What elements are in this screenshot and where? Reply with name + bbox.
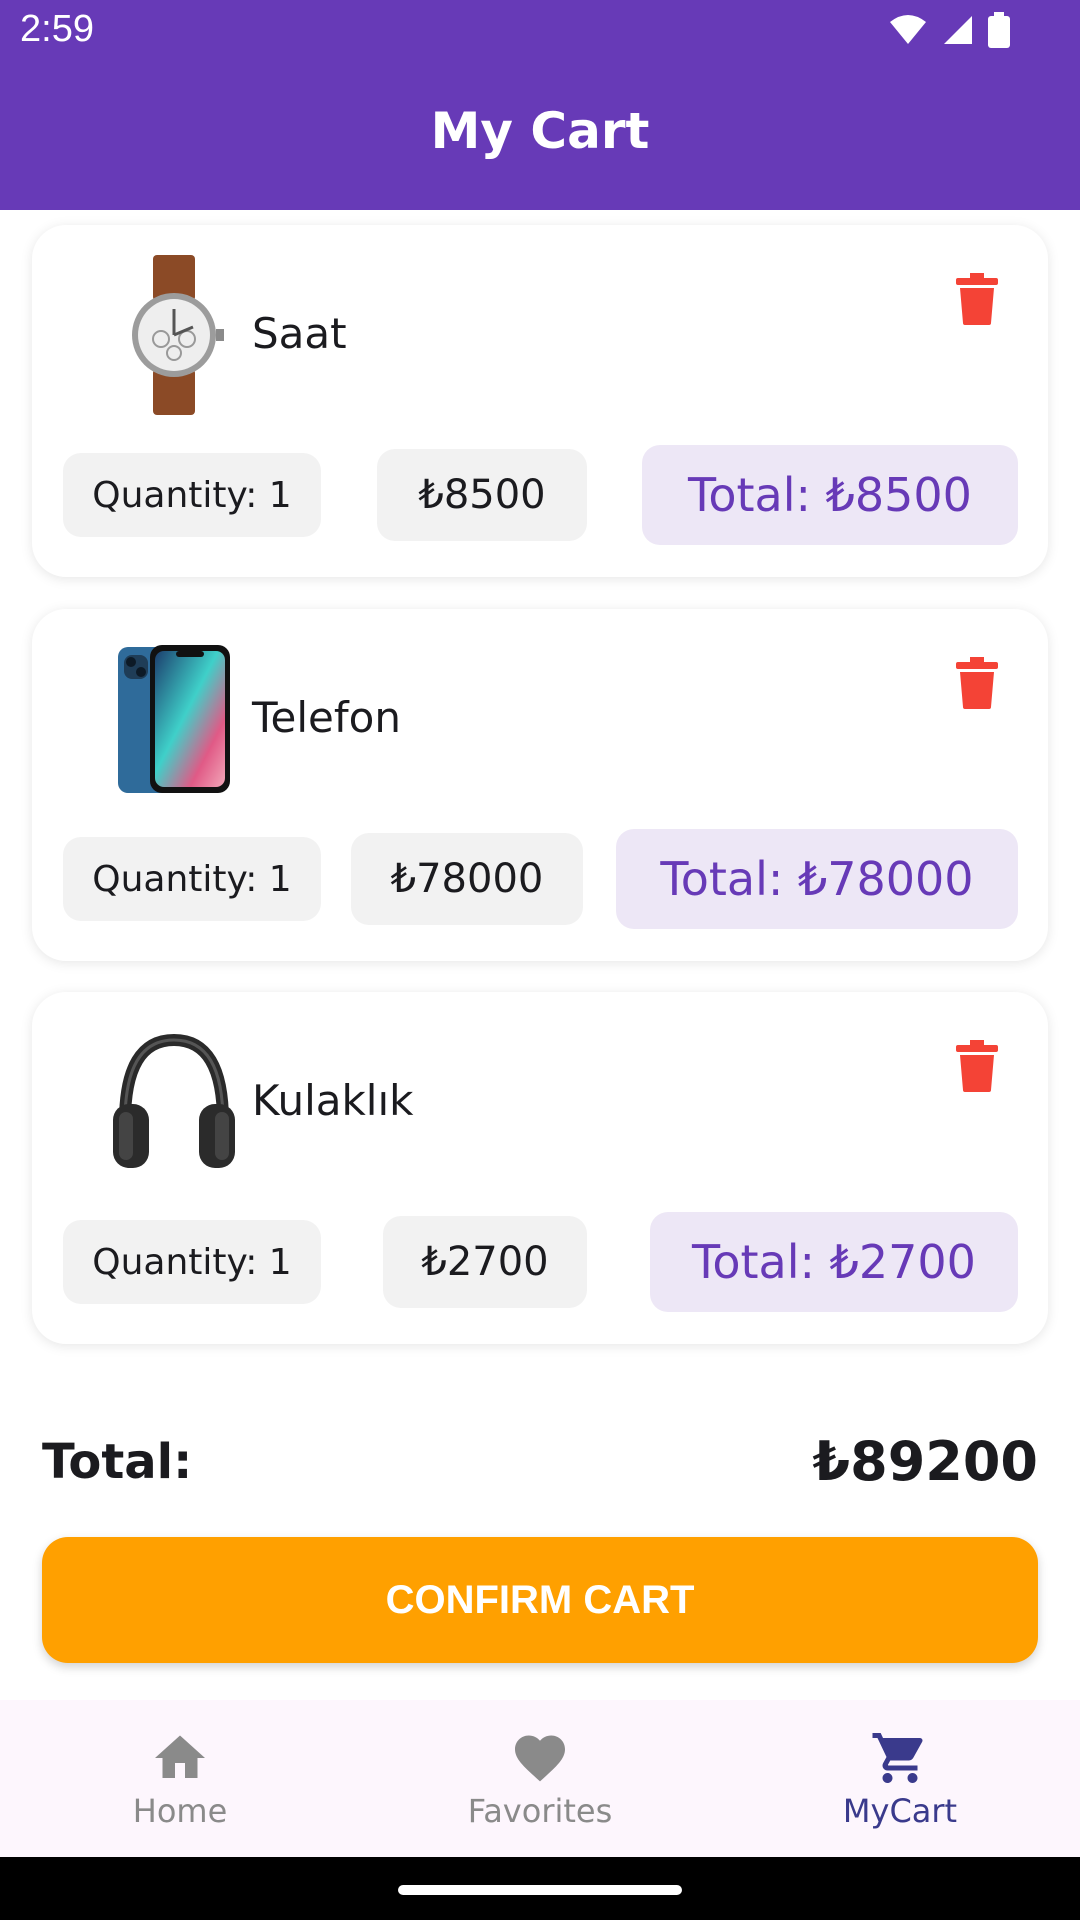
nav-label-home: Home bbox=[132, 1791, 228, 1830]
product-name: Saat bbox=[252, 309, 347, 358]
item-total-chip: Total: ₺8500 bbox=[642, 445, 1018, 545]
cart-item-card: Telefon Quantity: 1 ₺78000 Total: ₺78000 bbox=[32, 609, 1048, 961]
wifi-icon bbox=[890, 15, 926, 44]
nav-label-mycart: MyCart bbox=[842, 1791, 958, 1830]
summary-label: Total: bbox=[42, 1433, 193, 1490]
item-total-chip: Total: ₺78000 bbox=[616, 829, 1018, 929]
summary-total: ₺89200 bbox=[812, 1430, 1038, 1493]
delete-icon[interactable] bbox=[956, 657, 998, 709]
item-total-chip: Total: ₺2700 bbox=[650, 1212, 1018, 1312]
status-time: 2:59 bbox=[20, 8, 94, 50]
system-nav-bar bbox=[0, 1857, 1080, 1920]
app-bar: 2:59 My Cart bbox=[0, 0, 1080, 210]
bottom-nav: Home Favorites MyCart bbox=[0, 1700, 1080, 1857]
price-chip: ₺78000 bbox=[351, 833, 583, 925]
confirm-cart-button[interactable]: CONFIRM CART bbox=[42, 1537, 1038, 1663]
nav-item-favorites[interactable]: Favorites bbox=[360, 1700, 720, 1857]
delete-icon[interactable] bbox=[956, 273, 998, 325]
phone-image bbox=[74, 639, 274, 799]
watch-image bbox=[74, 255, 274, 415]
headphones-image bbox=[74, 1022, 274, 1182]
home-icon bbox=[155, 1735, 205, 1778]
home-gesture-handle[interactable] bbox=[398, 1885, 682, 1895]
delete-icon[interactable] bbox=[956, 1040, 998, 1092]
nav-item-mycart[interactable]: MyCart bbox=[720, 1700, 1080, 1857]
quantity-chip: Quantity: 1 bbox=[63, 837, 321, 921]
quantity-chip: Quantity: 1 bbox=[63, 453, 321, 537]
battery-icon bbox=[988, 12, 1010, 48]
product-name: Kulaklık bbox=[252, 1076, 414, 1125]
cart-item-card: Saat Quantity: 1 ₺8500 Total: ₺8500 bbox=[32, 225, 1048, 577]
page-title: My Cart bbox=[430, 102, 650, 160]
quantity-chip: Quantity: 1 bbox=[63, 1220, 321, 1304]
product-name: Telefon bbox=[252, 693, 401, 742]
nav-label-favorites: Favorites bbox=[467, 1791, 613, 1830]
price-chip: ₺8500 bbox=[377, 449, 587, 541]
status-icons bbox=[888, 12, 1010, 48]
price-chip: ₺2700 bbox=[383, 1216, 587, 1308]
signal-icon bbox=[944, 16, 972, 44]
nav-item-home[interactable]: Home bbox=[0, 1700, 360, 1857]
cart-item-card: Kulaklık Quantity: 1 ₺2700 Total: ₺2700 bbox=[32, 992, 1048, 1344]
cart-icon bbox=[872, 1732, 923, 1783]
heart-icon bbox=[515, 1735, 565, 1781]
cart-summary: Total: ₺89200 bbox=[42, 1430, 1038, 1493]
